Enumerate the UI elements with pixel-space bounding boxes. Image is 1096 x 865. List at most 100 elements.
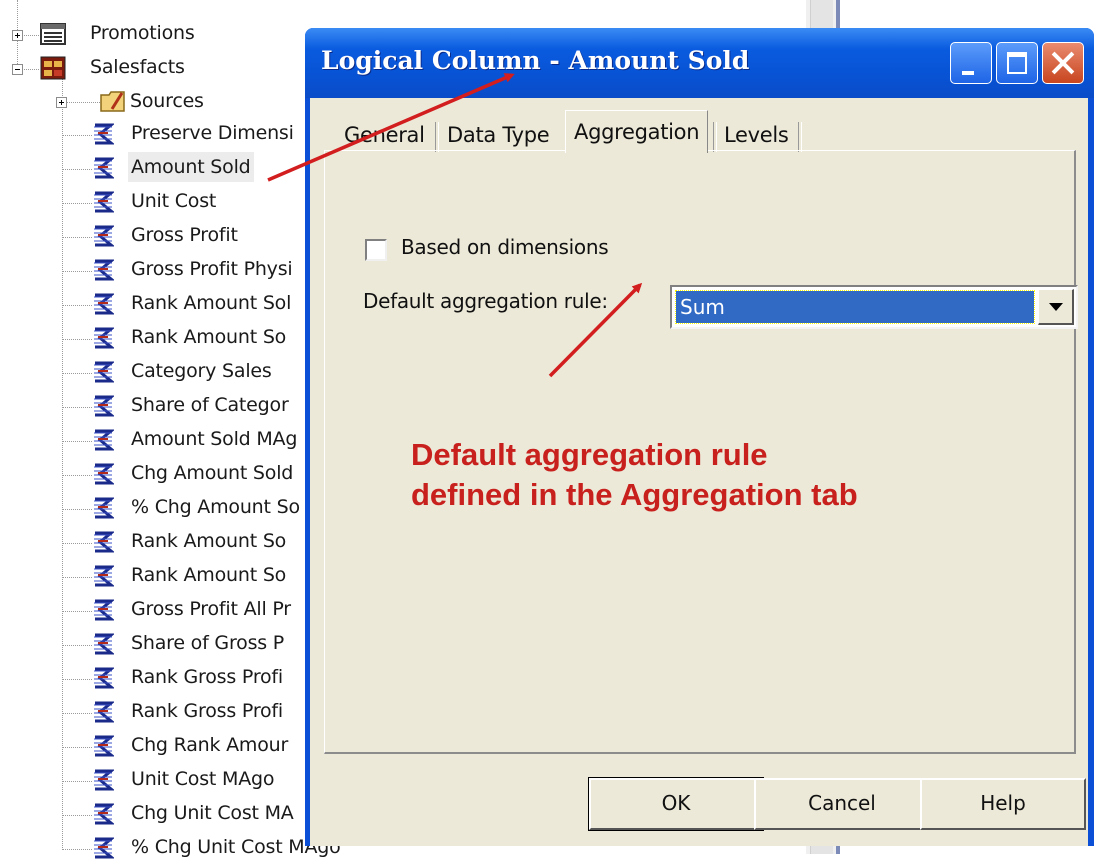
tree-item-column[interactable]: Gross Profit	[131, 220, 238, 250]
cancel-button[interactable]: Cancel	[754, 778, 930, 830]
tree-connector	[62, 747, 92, 748]
ok-button[interactable]: OK	[588, 777, 764, 831]
logical-column-icon	[92, 665, 116, 691]
tree-connector	[62, 169, 92, 170]
tree-item-column[interactable]: Share of Gross P	[131, 628, 284, 658]
tree-item-column[interactable]: Unit Cost	[131, 186, 216, 216]
tree-item-promotions[interactable]: Promotions	[90, 18, 195, 48]
based-on-dimensions-label[interactable]: Based on dimensions	[401, 235, 609, 259]
tree-item-salesfacts[interactable]: Salesfacts	[90, 52, 185, 82]
tree-connector	[62, 577, 92, 578]
expand-promotions-toggle[interactable]	[12, 30, 23, 41]
tree-item-column[interactable]: Rank Amount So	[131, 526, 286, 556]
tree-connector	[62, 407, 92, 408]
logical-column-icon	[92, 631, 116, 657]
tree-connector	[62, 815, 92, 816]
tree-item-column[interactable]: Share of Categor	[131, 390, 289, 420]
tree-connector	[62, 305, 92, 306]
tree-item-column[interactable]: Chg Unit Cost MA	[131, 798, 294, 828]
logical-column-icon	[92, 393, 116, 419]
tab-separator	[713, 122, 717, 152]
tree-connector	[62, 713, 92, 714]
tree-connector	[62, 271, 92, 272]
tab-general[interactable]: General	[344, 118, 425, 152]
logical-column-icon	[92, 529, 116, 555]
dialog-title: Logical Column - Amount Sold	[321, 46, 750, 75]
tab-separator	[435, 122, 439, 152]
logical-column-icon	[92, 801, 116, 827]
annotation-line-2: defined in the Aggregation tab	[411, 477, 858, 512]
tree-item-column[interactable]: Rank Gross Profi	[131, 662, 283, 692]
dialog-titlebar[interactable]: Logical Column - Amount Sold	[305, 28, 1094, 98]
annotation-callout: Default aggregation rule defined in the …	[411, 435, 858, 515]
tree-connector	[62, 509, 92, 510]
help-button[interactable]: Help	[920, 778, 1086, 830]
close-button[interactable]	[1042, 42, 1084, 84]
tree-item-column[interactable]: Unit Cost MAgo	[131, 764, 274, 794]
tree-connector	[62, 679, 92, 680]
logical-column-icon	[92, 121, 116, 147]
logical-column-icon	[92, 427, 116, 453]
tab-aggregation[interactable]: Aggregation	[565, 110, 709, 153]
logical-column-icon	[92, 835, 116, 861]
tree-item-column[interactable]: Rank Amount So	[131, 560, 286, 590]
tree-connector	[62, 102, 102, 103]
tree-item-column[interactable]: Rank Gross Profi	[131, 696, 283, 726]
table-icon	[40, 23, 66, 49]
chevron-down-icon[interactable]	[1038, 289, 1074, 325]
tab-separator	[798, 122, 802, 152]
tree-item-column[interactable]: Amount Sold	[128, 152, 254, 182]
logical-column-icon	[92, 461, 116, 487]
logical-column-icon	[92, 189, 116, 215]
collapse-salesfacts-toggle[interactable]	[12, 64, 23, 75]
tree-connector	[62, 373, 92, 374]
tree-connector	[62, 203, 92, 204]
aggregation-tab-panel: Based on dimensions Default aggregation …	[324, 150, 1078, 754]
default-aggregation-rule-select[interactable]: Sum	[670, 285, 1078, 329]
logical-column-icon	[92, 495, 116, 521]
tab-levels[interactable]: Levels	[724, 118, 789, 152]
annotation-line-1: Default aggregation rule	[411, 437, 768, 472]
tree-item-column[interactable]: Amount Sold MAg	[131, 424, 297, 454]
tree-connector	[62, 441, 92, 442]
tree-item-column[interactable]: % Chg Amount So	[131, 492, 300, 522]
logical-column-icon	[92, 155, 116, 181]
tree-item-column[interactable]: Rank Amount Sol	[131, 288, 291, 318]
tree-connector	[62, 781, 92, 782]
tree-item-column[interactable]: Category Sales	[131, 356, 272, 386]
tree-connector	[62, 339, 92, 340]
default-aggregation-rule-label: Default aggregation rule:	[363, 289, 608, 313]
tree-connector	[62, 237, 92, 238]
tree-item-column[interactable]: Preserve Dimensi	[131, 118, 294, 148]
logical-column-icon	[92, 291, 116, 317]
tree-connector	[62, 78, 63, 850]
logical-column-icon	[92, 223, 116, 249]
based-on-dimensions-checkbox[interactable]	[365, 239, 387, 261]
tree-item-sources[interactable]: Sources	[130, 86, 204, 116]
logical-column-icon	[92, 733, 116, 759]
logical-column-icon	[92, 359, 116, 385]
tree-item-column[interactable]: Chg Amount Sold	[131, 458, 293, 488]
maximize-button[interactable]	[996, 42, 1038, 84]
dialog-client-area: General Data Type Aggregation Levels Bas…	[310, 98, 1088, 846]
minimize-button[interactable]	[950, 42, 992, 84]
logical-column-icon	[92, 699, 116, 725]
tree-connector	[62, 135, 92, 136]
logical-column-dialog: Logical Column - Amount Sold General Dat…	[305, 28, 1094, 846]
tab-data-type[interactable]: Data Type	[447, 118, 550, 152]
expand-sources-toggle[interactable]	[56, 97, 67, 108]
tree-item-column[interactable]: Rank Amount So	[131, 322, 286, 352]
fact-table-icon	[40, 56, 66, 84]
tree-item-column[interactable]: Chg Rank Amour	[131, 730, 288, 760]
tree-connector	[62, 849, 92, 850]
logical-column-icon	[92, 563, 116, 589]
tree-item-column[interactable]: Gross Profit All Pr	[131, 594, 291, 624]
logical-column-icon	[92, 325, 116, 351]
folder-icon	[100, 89, 126, 117]
tree-connector	[62, 645, 92, 646]
select-value: Sum	[675, 290, 1035, 324]
tree-connector	[62, 543, 92, 544]
tree-item-column[interactable]: Gross Profit Physi	[131, 254, 293, 284]
tree-connector	[62, 611, 92, 612]
logical-column-icon	[92, 257, 116, 283]
